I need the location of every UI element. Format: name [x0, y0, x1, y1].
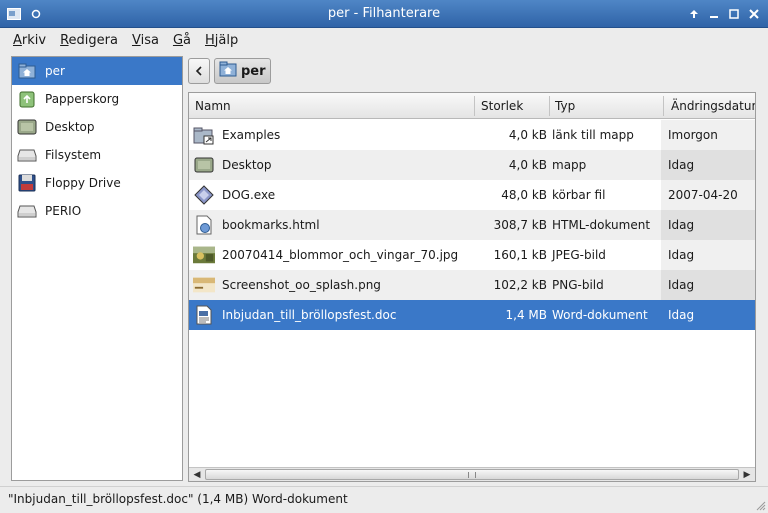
sidebar-item-papperskorg[interactable]: Papperskorg [12, 85, 182, 113]
file-name: Inbjudan_till_bröllopsfest.doc [222, 308, 397, 322]
shade-up-icon[interactable] [686, 6, 702, 22]
file-type: länk till mapp [552, 128, 634, 142]
sidebar-item-label: per [45, 64, 65, 78]
folder-link-icon [193, 125, 215, 145]
file-row[interactable]: bookmarks.html 308,7 kB HTML-dokument Id… [189, 210, 755, 240]
file-type: Word-dokument [552, 308, 648, 322]
file-size: 160,1 kB [493, 248, 547, 262]
file-row[interactable]: Examples 4,0 kB länk till mapp Imorgon [189, 120, 755, 150]
file-type: JPEG-bild [552, 248, 606, 262]
scroll-left-icon[interactable]: ◀ [190, 468, 204, 481]
menu-arkiv[interactable]: Arkiv [6, 33, 53, 48]
file-type: PNG-bild [552, 278, 604, 292]
home-folder-icon [17, 61, 37, 81]
menu-ga-rest: å [183, 32, 191, 48]
file-row[interactable]: Desktop 4,0 kB mapp Idag [189, 150, 755, 180]
status-bar: "Inbjudan_till_bröllopsfest.doc" (1,4 MB… [0, 486, 768, 513]
menu-visa-rest: isa [140, 32, 159, 48]
file-size: 308,7 kB [493, 218, 547, 232]
sidebar-item-floppy[interactable]: Floppy Drive [12, 169, 182, 197]
file-modified: Idag [668, 158, 695, 172]
path-crumb-per[interactable]: per [214, 58, 271, 84]
drive-icon [17, 201, 37, 221]
menu-visa[interactable]: Visa [125, 33, 166, 48]
sidebar-item-desktop[interactable]: Desktop [12, 113, 182, 141]
sidebar-item-per[interactable]: per [12, 57, 182, 85]
png-thumbnail-icon [193, 275, 215, 295]
path-crumb-label: per [241, 63, 266, 79]
sidebar-item-label: Floppy Drive [45, 176, 121, 190]
file-type: HTML-dokument [552, 218, 651, 232]
menu-bar: Arkiv Redigera Visa Gå Hjälp [0, 28, 768, 52]
resize-grip-icon[interactable] [754, 499, 766, 511]
sidebar-item-filsystem[interactable]: Filsystem [12, 141, 182, 169]
desktop-folder-icon [193, 155, 215, 175]
path-bar: per [188, 58, 271, 84]
close-icon[interactable] [746, 6, 762, 22]
executable-icon [193, 185, 215, 205]
file-size: 48,0 kB [501, 188, 547, 202]
file-modified: Idag [668, 308, 695, 322]
jpeg-thumbnail-icon [193, 245, 215, 265]
maximize-icon[interactable] [726, 6, 742, 22]
file-modified: Idag [668, 248, 695, 262]
file-name: bookmarks.html [222, 218, 320, 232]
menu-redigera[interactable]: Redigera [53, 33, 125, 48]
html-icon [193, 215, 215, 235]
file-modified: Idag [668, 218, 695, 232]
file-modified: Idag [668, 278, 695, 292]
file-row[interactable]: Screenshot_oo_splash.png 102,2 kB PNG-bi… [189, 270, 755, 300]
file-row[interactable]: DOG.exe 48,0 kB körbar fil 2007-04-20 [189, 180, 755, 210]
file-type: mapp [552, 158, 587, 172]
sidebar-item-label: Papperskorg [45, 92, 120, 106]
menu-hjalp-rest: jälp [214, 32, 239, 48]
file-name: Desktop [222, 158, 272, 172]
file-row[interactable]: Inbjudan_till_bröllopsfest.doc 1,4 MB Wo… [189, 300, 755, 330]
file-size: 1,4 MB [505, 308, 547, 322]
file-size: 4,0 kB [508, 128, 547, 142]
path-back-button[interactable] [188, 58, 210, 84]
sidebar-item-label: Filsystem [45, 148, 102, 162]
file-name: DOG.exe [222, 188, 276, 202]
desktop-icon [17, 117, 37, 137]
document-icon [193, 305, 215, 325]
chevron-left-icon [195, 66, 202, 76]
file-size: 4,0 kB [508, 158, 547, 172]
sidebar-item-label: Desktop [45, 120, 95, 134]
file-type: körbar fil [552, 188, 606, 202]
trash-icon [17, 89, 37, 109]
column-type[interactable]: Typ [555, 99, 575, 113]
horizontal-scrollbar[interactable]: ◀ ▶ [189, 467, 755, 481]
file-row[interactable]: 20070414_blommor_och_vingar_70.jpg 160,1… [189, 240, 755, 270]
home-folder-icon [219, 61, 237, 81]
column-size[interactable]: Storlek [481, 99, 523, 113]
file-name: Screenshot_oo_splash.png [222, 278, 381, 292]
file-name: Examples [222, 128, 281, 142]
drive-icon [17, 145, 37, 165]
title-bar: per - Filhanterare [0, 0, 768, 28]
file-name: 20070414_blommor_och_vingar_70.jpg [222, 248, 459, 262]
places-sidebar: per Papperskorg Desktop Filsystem Floppy… [11, 56, 183, 481]
column-header-row: Namn Storlek Typ Ändringsdatum [189, 93, 755, 119]
file-size: 102,2 kB [493, 278, 547, 292]
minimize-icon[interactable] [706, 6, 722, 22]
file-modified: Imorgon [668, 128, 718, 142]
file-list: Namn Storlek Typ Ändringsdatum Examples … [188, 92, 756, 482]
status-text: "Inbjudan_till_bröllopsfest.doc" (1,4 MB… [8, 492, 348, 506]
menu-hjalp[interactable]: Hjälp [198, 33, 245, 48]
floppy-icon [17, 173, 37, 193]
menu-ga[interactable]: Gå [166, 33, 198, 48]
menu-redigera-rest: edigera [68, 32, 118, 48]
sidebar-item-label: PERIO [45, 204, 82, 218]
file-modified: 2007-04-20 [668, 188, 738, 202]
scroll-right-icon[interactable]: ▶ [740, 468, 754, 481]
window-title: per - Filhanterare [327, 6, 441, 21]
scrollbar-thumb[interactable] [205, 469, 739, 480]
menu-arkiv-rest: rkiv [21, 32, 47, 48]
column-name[interactable]: Namn [195, 99, 231, 113]
sidebar-item-perio[interactable]: PERIO [12, 197, 182, 225]
column-modified[interactable]: Ändringsdatum [671, 99, 755, 113]
